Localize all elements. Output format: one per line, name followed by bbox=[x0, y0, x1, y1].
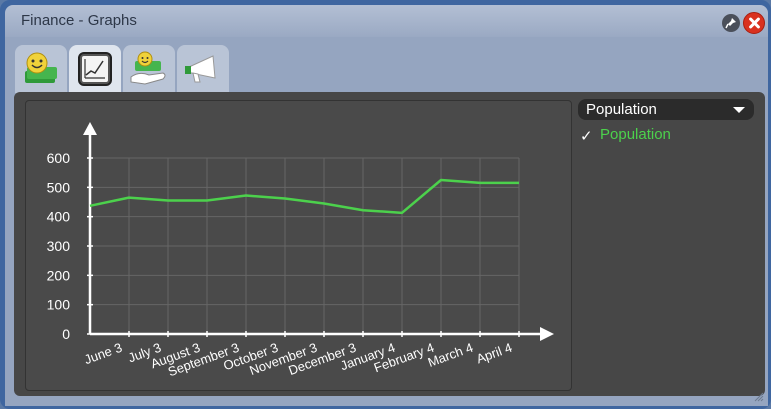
graph-type-dropdown[interactable]: Population bbox=[578, 99, 754, 120]
y-tick-label: 0 bbox=[62, 326, 70, 342]
window-body: 0 100 200 300 400 500 600 June 3 July 3 August 3S… bbox=[5, 37, 768, 406]
pin-icon[interactable] bbox=[722, 14, 740, 32]
y-tick-label: 100 bbox=[47, 297, 71, 313]
x-tick-label: April 4 bbox=[474, 340, 514, 367]
hand-money-icon bbox=[130, 51, 166, 85]
chart-area: 0 100 200 300 400 500 600 June 3 July 3 August 3S… bbox=[25, 100, 572, 391]
window-title: Finance - Graphs bbox=[21, 12, 137, 29]
y-tick-label: 300 bbox=[47, 238, 71, 254]
tab-advertising[interactable] bbox=[177, 45, 229, 93]
y-tick-label: 400 bbox=[47, 209, 71, 225]
x-tick-label: June 3 bbox=[82, 340, 124, 367]
tab-graphs[interactable] bbox=[69, 45, 121, 93]
finance-graphs-window: Finance - Graphs 0 100 200 300 400 500 6… bbox=[0, 0, 771, 409]
series-line-population bbox=[89, 178, 519, 215]
y-axis-arrow-icon bbox=[83, 122, 97, 135]
dropdown-selected-value: Population bbox=[586, 101, 657, 118]
tab-budget[interactable] bbox=[123, 45, 175, 93]
resize-grip-icon[interactable] bbox=[754, 392, 764, 402]
graph-icon bbox=[78, 52, 112, 86]
y-tick-label: 500 bbox=[47, 179, 71, 195]
close-button[interactable] bbox=[743, 12, 765, 34]
y-tick-label: 200 bbox=[47, 267, 71, 283]
smiley-money-icon bbox=[25, 52, 57, 83]
tab-finance-overview[interactable] bbox=[15, 45, 67, 93]
chevron-down-icon bbox=[733, 107, 745, 113]
graphs-panel: 0 100 200 300 400 500 600 June 3 July 3 August 3S… bbox=[14, 92, 765, 396]
population-line-chart: 0100200300400500600June 3 July 3August 3S… bbox=[47, 122, 554, 379]
series-label: Population bbox=[600, 126, 671, 143]
x-tick-label: March 4 bbox=[426, 340, 475, 370]
x-axis-arrow-icon bbox=[540, 327, 554, 341]
checkmark-icon: ✓ bbox=[580, 128, 593, 145]
title-bar[interactable]: Finance - Graphs bbox=[5, 5, 768, 37]
y-tick-label: 600 bbox=[47, 150, 71, 166]
megaphone-icon bbox=[185, 55, 216, 83]
